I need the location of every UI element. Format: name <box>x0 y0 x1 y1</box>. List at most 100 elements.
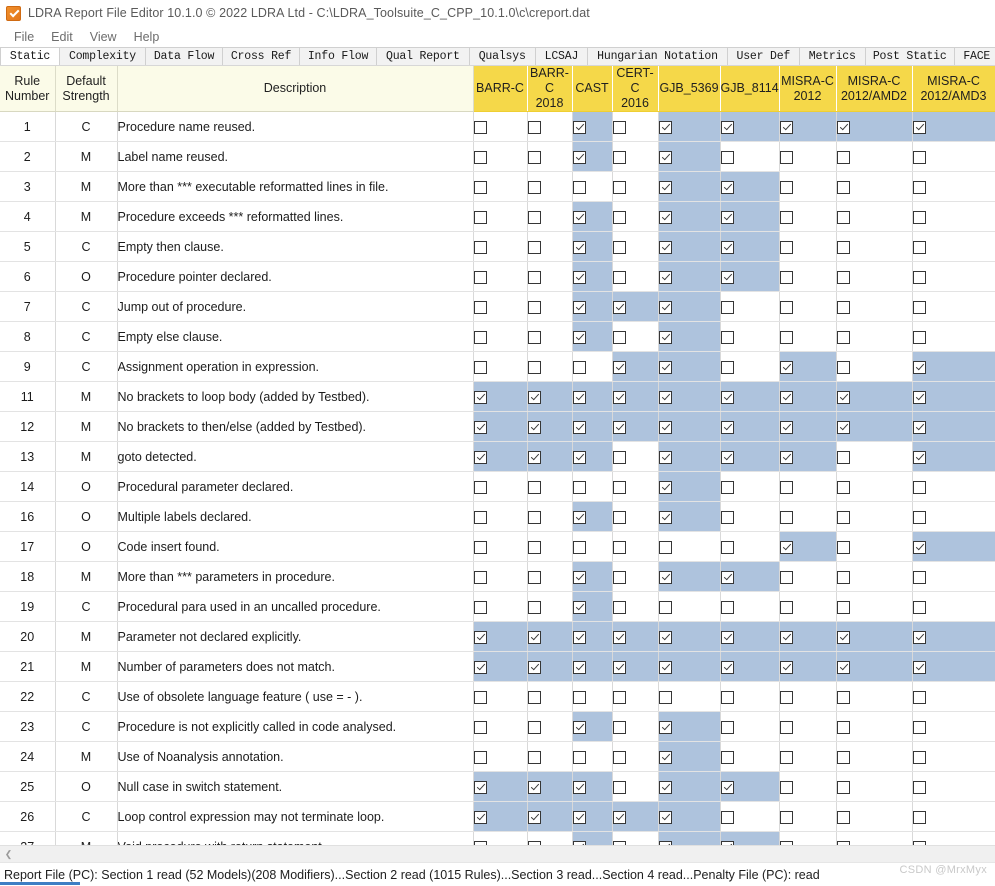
cell-cert-c-2016[interactable] <box>612 561 659 592</box>
checkbox-misra-c-2012[interactable] <box>779 120 793 134</box>
checkbox-misra-c-2012[interactable] <box>779 420 793 434</box>
cell-cast[interactable] <box>572 171 613 202</box>
cell-barr-c-2018[interactable] <box>527 471 573 502</box>
cell-gjb-8114[interactable] <box>720 411 780 442</box>
cell-cast[interactable] <box>572 471 613 502</box>
cell-misra-c-2012[interactable] <box>779 591 837 622</box>
table-row[interactable]: 13 Mgoto detected. <box>0 441 995 472</box>
checkbox-barr-c[interactable] <box>473 570 487 584</box>
checkbox-misra-c-2012-amd2[interactable] <box>836 630 850 644</box>
checkbox-misra-c-2012[interactable] <box>779 570 793 584</box>
table-row[interactable]: 27MVoid procedure with return statement. <box>0 831 995 845</box>
tab-lcsaj[interactable]: LCSAJ <box>535 47 589 65</box>
checkbox-gjb-5369[interactable] <box>658 660 672 674</box>
checkbox-gjb-5369[interactable] <box>658 480 672 494</box>
checkbox-cert-c-2016[interactable] <box>612 510 626 524</box>
cell-gjb-5369[interactable] <box>658 681 721 712</box>
cell-barr-c-2018[interactable] <box>527 801 573 832</box>
checkbox-cert-c-2016[interactable] <box>612 750 626 764</box>
cell-cert-c-2016[interactable] <box>612 801 659 832</box>
col-header-barr-c-2018[interactable]: BARR-C 2018 <box>527 66 573 112</box>
cell-cert-c-2016[interactable] <box>612 471 659 502</box>
checkbox-gjb-8114[interactable] <box>720 360 734 374</box>
checkbox-misra-c-2012-amd3[interactable] <box>912 720 926 734</box>
col-header-gjb-5369[interactable]: GJB_5369 <box>658 66 721 112</box>
chevron-left-icon[interactable]: ❮ <box>0 846 17 862</box>
menu-edit[interactable]: Edit <box>43 29 82 45</box>
tab-metrics[interactable]: Metrics <box>799 47 866 65</box>
checkbox-misra-c-2012-amd3[interactable] <box>912 270 926 284</box>
cell-barr-c-2018[interactable] <box>527 141 573 172</box>
cell-gjb-8114[interactable] <box>720 771 780 802</box>
cell-misra-c-2012-amd2[interactable] <box>836 231 913 262</box>
cell-barr-c-2018[interactable] <box>527 711 573 742</box>
tab-post-static[interactable]: Post Static <box>865 47 955 65</box>
checkbox-gjb-8114[interactable] <box>720 630 734 644</box>
table-row[interactable]: 7 C Jump out of procedure. <box>0 291 995 322</box>
checkbox-cert-c-2016[interactable] <box>612 420 626 434</box>
cell-gjb-5369[interactable] <box>658 321 721 352</box>
checkbox-barr-c[interactable] <box>473 630 487 644</box>
cell-misra-c-2012-amd3[interactable] <box>912 321 995 352</box>
cell-misra-c-2012[interactable] <box>779 531 837 562</box>
table-row[interactable]: 24 M Use of Noanalysis annotation. <box>0 741 995 772</box>
cell-misra-c-2012-amd3[interactable] <box>912 831 995 845</box>
checkbox-barr-c[interactable] <box>473 780 487 794</box>
cell-barr-c-2018[interactable] <box>527 411 573 442</box>
checkbox-gjb-5369[interactable] <box>658 360 672 374</box>
cell-misra-c-2012-amd3[interactable] <box>912 441 995 472</box>
checkbox-cast[interactable] <box>572 780 586 794</box>
checkbox-barr-c-2018[interactable] <box>527 690 541 704</box>
cell-misra-c-2012-amd2[interactable] <box>836 471 913 502</box>
cell-cast[interactable] <box>572 201 613 232</box>
checkbox-cast[interactable] <box>572 480 586 494</box>
col-header-default-strength[interactable]: Default Strength <box>55 66 118 112</box>
cell-misra-c-2012[interactable] <box>779 741 837 772</box>
cell-misra-c-2012-amd3[interactable] <box>912 621 995 652</box>
cell-gjb-8114[interactable] <box>720 141 780 172</box>
checkbox-cast[interactable] <box>572 720 586 734</box>
checkbox-barr-c[interactable] <box>473 450 487 464</box>
checkbox-misra-c-2012[interactable] <box>779 240 793 254</box>
checkbox-gjb-8114[interactable] <box>720 450 734 464</box>
cell-gjb-8114[interactable] <box>720 291 780 322</box>
checkbox-gjb-5369[interactable] <box>658 420 672 434</box>
col-header-cast[interactable]: CAST <box>572 66 613 112</box>
cell-misra-c-2012[interactable] <box>779 411 837 442</box>
checkbox-cert-c-2016[interactable] <box>612 150 626 164</box>
cell-gjb-5369[interactable] <box>658 231 721 262</box>
checkbox-barr-c[interactable] <box>473 180 487 194</box>
cell-cert-c-2016[interactable] <box>612 321 659 352</box>
cell-cert-c-2016[interactable] <box>612 261 659 292</box>
cell-misra-c-2012[interactable] <box>779 621 837 652</box>
checkbox-misra-c-2012-amd3[interactable] <box>912 780 926 794</box>
checkbox-misra-c-2012-amd2[interactable] <box>836 570 850 584</box>
cell-barr-c-2018[interactable] <box>527 291 573 322</box>
checkbox-misra-c-2012[interactable] <box>779 270 793 284</box>
checkbox-gjb-8114[interactable] <box>720 510 734 524</box>
checkbox-misra-c-2012[interactable] <box>779 690 793 704</box>
cell-misra-c-2012-amd3[interactable] <box>912 291 995 322</box>
cell-barr-c-2018[interactable] <box>527 171 573 202</box>
cell-misra-c-2012-amd2[interactable] <box>836 171 913 202</box>
cell-barr-c-2018[interactable] <box>527 261 573 292</box>
checkbox-misra-c-2012-amd2[interactable] <box>836 360 850 374</box>
cell-gjb-8114[interactable] <box>720 231 780 262</box>
checkbox-gjb-5369[interactable] <box>658 540 672 554</box>
cell-barr-c[interactable] <box>473 231 528 262</box>
checkbox-barr-c[interactable] <box>473 360 487 374</box>
col-header-description[interactable]: Description <box>117 66 474 112</box>
cell-misra-c-2012[interactable] <box>779 681 837 712</box>
cell-cert-c-2016[interactable] <box>612 141 659 172</box>
checkbox-gjb-8114[interactable] <box>720 810 734 824</box>
cell-misra-c-2012-amd2[interactable] <box>836 141 913 172</box>
cell-barr-c[interactable] <box>473 591 528 622</box>
cell-barr-c[interactable] <box>473 351 528 382</box>
checkbox-cert-c-2016[interactable] <box>612 330 626 344</box>
checkbox-misra-c-2012-amd2[interactable] <box>836 600 850 614</box>
checkbox-misra-c-2012-amd2[interactable] <box>836 390 850 404</box>
cell-cast[interactable] <box>572 381 613 412</box>
col-header-misra-c-2012[interactable]: MISRA-C 2012 <box>779 66 837 112</box>
cell-misra-c-2012[interactable] <box>779 771 837 802</box>
cell-barr-c-2018[interactable] <box>527 201 573 232</box>
